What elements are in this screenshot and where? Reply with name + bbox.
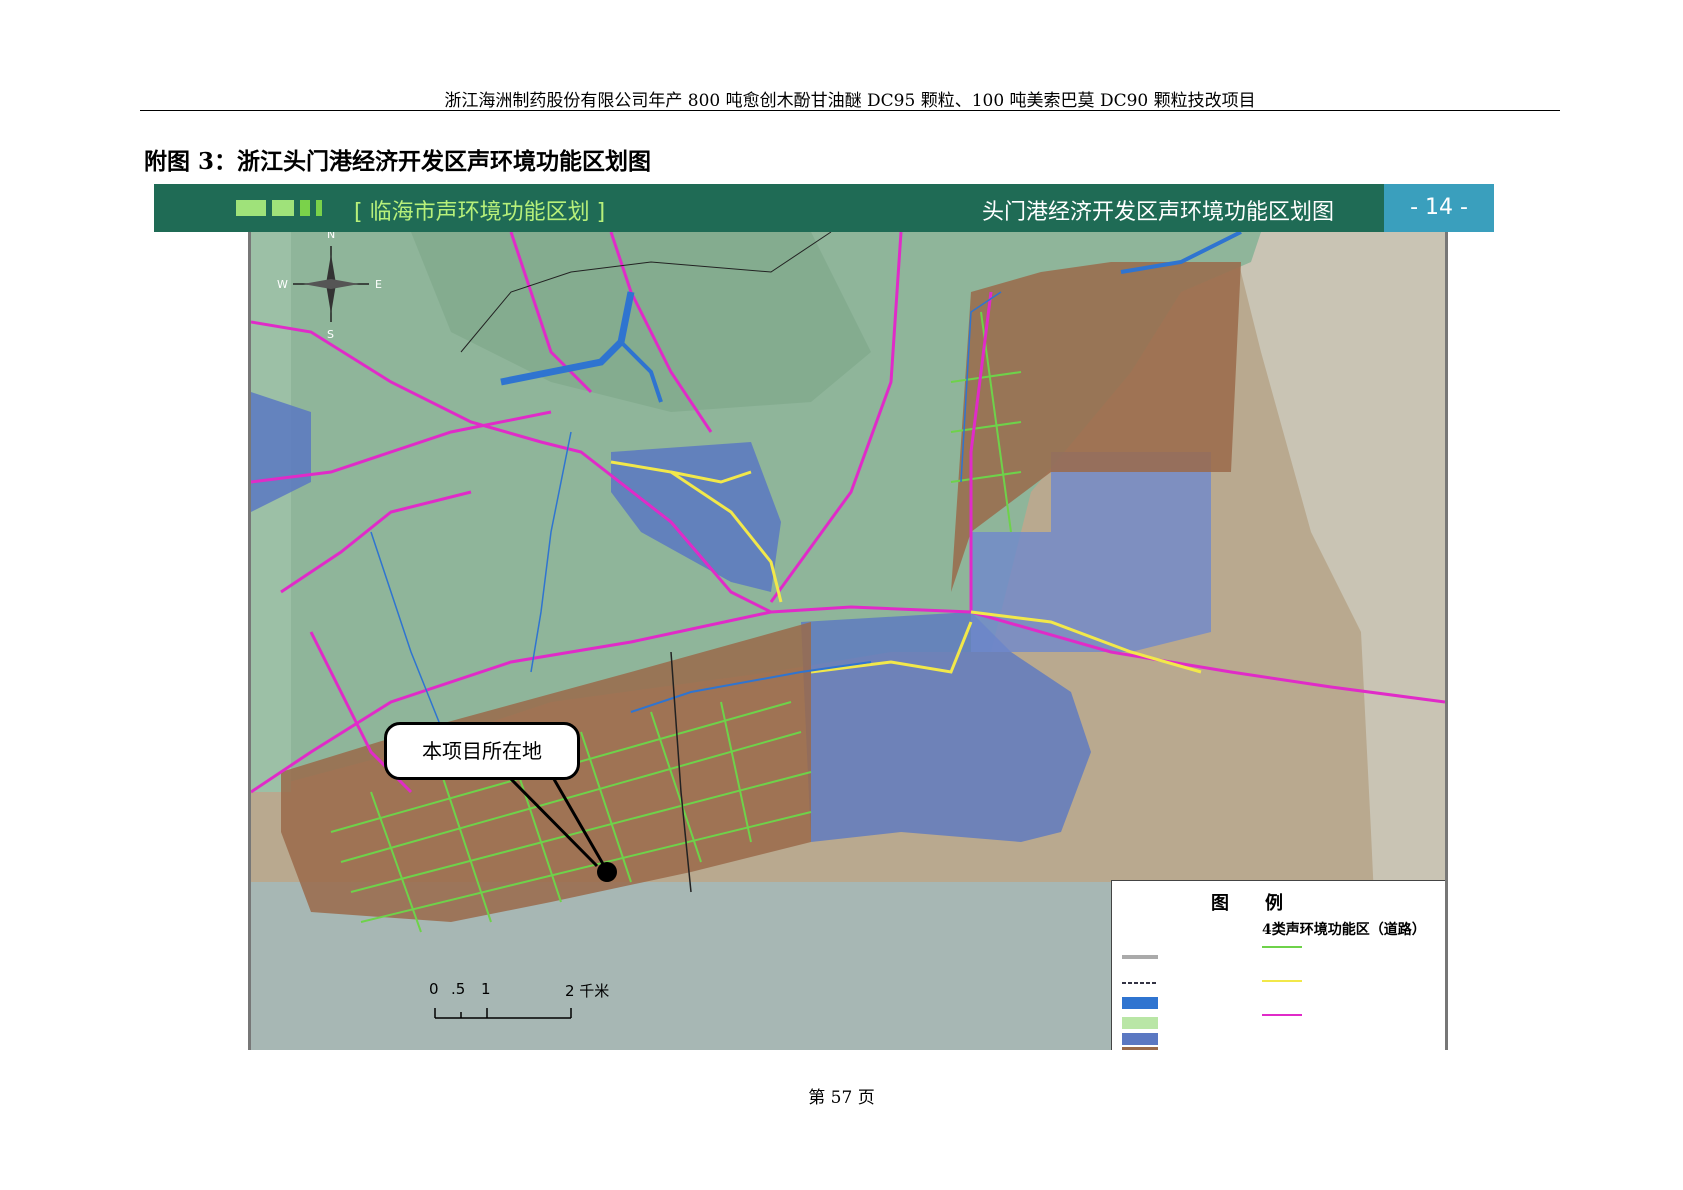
zone2-harbor bbox=[1051, 452, 1211, 652]
compass-e: E bbox=[375, 278, 382, 291]
compass-n: N bbox=[327, 232, 335, 241]
map-legend: 图 例 4类声环境功能区（道路） bbox=[1111, 880, 1445, 1050]
banner-subtitle: [ 临海市声环境功能区划 ] bbox=[354, 200, 606, 225]
figure-title: 附图 3：浙江头门港经济开发区声环境功能区划图 bbox=[144, 148, 652, 175]
map-area: N S E W 0 .5 1 2 千米 本项目所在地 图 例 4类声环境功能区（… bbox=[248, 232, 1448, 1050]
project-location-marker bbox=[597, 862, 617, 882]
land-west bbox=[251, 232, 291, 792]
compass-s: S bbox=[327, 328, 334, 341]
legend-swatch-zone1 bbox=[1122, 1017, 1158, 1029]
document-header: 浙江海洲制药股份有限公司年产 800 吨愈创木酚甘油醚 DC95 颗粒、100 … bbox=[444, 91, 1256, 111]
map-number: - 14 - bbox=[1384, 184, 1494, 232]
compass-w: W bbox=[277, 278, 288, 291]
legend-swatch-boundary bbox=[1122, 955, 1158, 959]
legend-swatch-zone3 bbox=[1122, 1047, 1158, 1050]
zone2-harbor-west bbox=[971, 532, 1051, 652]
header-rule bbox=[140, 110, 1560, 111]
legend-swatch-zone2 bbox=[1122, 1033, 1158, 1045]
banner-title: 头门港经济开发区声环境功能区划图 bbox=[981, 200, 1334, 225]
project-location-callout: 本项目所在地 bbox=[384, 722, 580, 780]
callout-text: 本项目所在地 bbox=[422, 739, 542, 763]
map-banner: [ 临海市声环境功能区划 ] 头门港经济开发区声环境功能区划图 - 14 - bbox=[154, 184, 1494, 232]
legend-swatches bbox=[1122, 946, 1302, 1050]
scale-label-half: .5 bbox=[451, 980, 466, 998]
scale-label-1: 1 bbox=[481, 980, 491, 998]
scale-label-2km: 2 千米 bbox=[565, 982, 610, 1000]
scale-label-0: 0 bbox=[429, 980, 439, 998]
page-number: 第 57 页 bbox=[808, 1088, 875, 1108]
legend-swatch-water bbox=[1122, 997, 1158, 1009]
